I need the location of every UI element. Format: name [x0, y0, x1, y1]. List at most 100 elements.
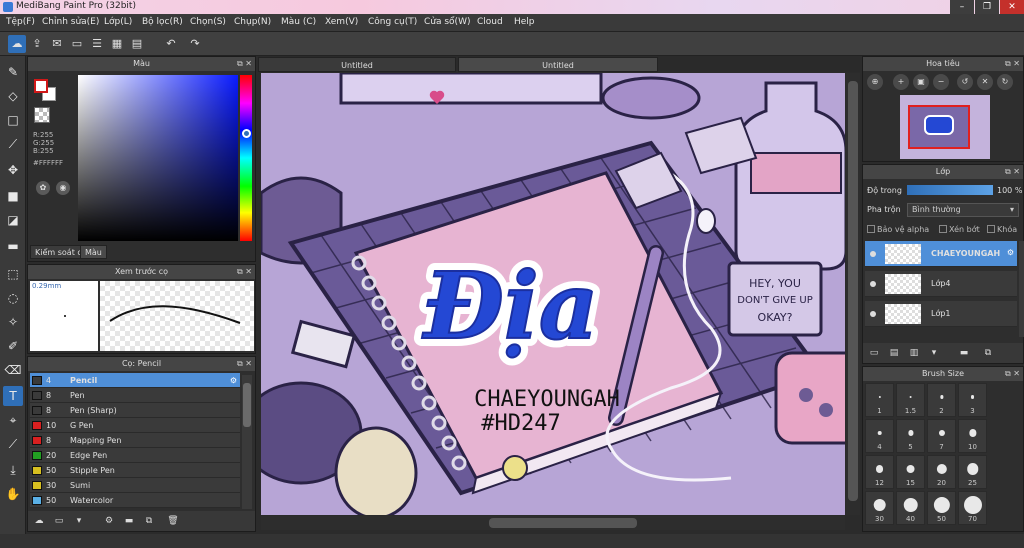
brush-size-cell[interactable]: 40: [896, 491, 925, 525]
tab-document-2[interactable]: Untitled: [458, 57, 658, 72]
duplicate-layer-icon[interactable]: ⧉: [981, 346, 995, 360]
menu-window[interactable]: Cửa sổ(W): [424, 17, 470, 27]
visibility-eye-icon[interactable]: [870, 311, 876, 317]
blend-mode-select[interactable]: Bình thường ▾: [907, 203, 1019, 217]
rectangle-tool-icon[interactable]: □: [3, 110, 23, 130]
layer-folder-icon[interactable]: ▬: [957, 346, 971, 360]
tab-color[interactable]: Màu: [80, 245, 107, 259]
panel-controls-icon[interactable]: ⧉ ✕: [237, 57, 252, 71]
document-icon[interactable]: ▭: [68, 35, 86, 53]
brush-size-cell[interactable]: 1: [865, 383, 894, 417]
comment-icon[interactable]: ✉: [48, 35, 66, 53]
visibility-eye-icon[interactable]: [870, 251, 876, 257]
maximize-button[interactable]: ❐: [975, 0, 999, 14]
brush-settings-icon[interactable]: ⚙: [102, 514, 116, 528]
brush-size-cell[interactable]: 15: [896, 455, 925, 489]
color-wheel-icon[interactable]: ◉: [56, 181, 70, 195]
share-icon[interactable]: ⇪: [28, 35, 46, 53]
panel-controls-icon[interactable]: ⧉ ✕: [1005, 57, 1020, 71]
brush-item[interactable]: 10 G Pen: [30, 418, 240, 433]
brush-size-cell[interactable]: 12: [865, 455, 894, 489]
lock-checkbox[interactable]: Khóa: [987, 225, 1017, 234]
brush-item[interactable]: 8 Mapping Pen: [30, 433, 240, 448]
scrollbar-thumb[interactable]: [489, 518, 637, 528]
transparent-color-swatch[interactable]: [34, 107, 50, 123]
dot-tool-icon[interactable]: ⟋: [3, 134, 23, 154]
layer-item[interactable]: Lớp1: [865, 301, 1017, 327]
brush-item[interactable]: 20 Edge Pen: [30, 448, 240, 463]
menu-select[interactable]: Chọn(S): [190, 17, 226, 27]
new-brush-icon[interactable]: ▭: [52, 514, 66, 528]
panel-controls-icon[interactable]: ⧉ ✕: [237, 265, 252, 279]
cloud-brush-icon[interactable]: ☁: [32, 514, 46, 528]
brush-size-cell[interactable]: 30: [865, 491, 894, 525]
menu-tools[interactable]: Công cụ(T): [368, 17, 417, 27]
drawing-canvas[interactable]: HEY, YOU DON'T GIVE UP OKAY? Địa Địa CHA…: [261, 73, 845, 515]
zoom-out-icon[interactable]: −: [933, 74, 949, 90]
opacity-slider[interactable]: [907, 185, 993, 195]
brush-item[interactable]: 8 Pen: [30, 388, 240, 403]
brush-size-cell[interactable]: 5: [896, 419, 925, 453]
undo-icon[interactable]: ↶: [162, 35, 180, 53]
minimize-button[interactable]: –: [950, 0, 974, 14]
menu-filter[interactable]: Bộ lọc(R): [142, 17, 183, 27]
text-tool-icon[interactable]: T: [3, 386, 23, 406]
reset-icon[interactable]: ✕: [977, 74, 993, 90]
palette-icon[interactable]: ✿: [36, 181, 50, 195]
foreground-color-swatch[interactable]: [34, 79, 48, 93]
alpha-lock-checkbox[interactable]: Bảo vệ alpha: [867, 225, 929, 234]
hue-slider-knob[interactable]: [242, 129, 251, 138]
menu-help[interactable]: Help: [514, 17, 535, 27]
brush-size-cell[interactable]: 7: [927, 419, 956, 453]
brush-size-cell[interactable]: 4: [865, 419, 894, 453]
panel-controls-icon[interactable]: ⧉ ✕: [1005, 165, 1020, 179]
brush-size-cell[interactable]: 2: [927, 383, 956, 417]
brush-size-cell[interactable]: 25: [958, 455, 987, 489]
brush-item[interactable]: 50 Watercolor: [30, 493, 240, 508]
brush-item[interactable]: 4 Pencil ⚙: [30, 373, 240, 388]
rotate-left-icon[interactable]: ↺: [957, 74, 973, 90]
brush-item[interactable]: 8 Pen (Sharp): [30, 403, 240, 418]
operation-tool-icon[interactable]: ⌖: [3, 410, 23, 430]
clipping-checkbox[interactable]: Xén bớt: [939, 225, 980, 234]
menu-layer[interactable]: Lớp(L): [104, 17, 132, 27]
layer-item[interactable]: CHAEYOUNGAH ⚙: [865, 241, 1017, 267]
canvas-horizontal-scrollbar[interactable]: [261, 516, 845, 530]
move-tool-icon[interactable]: ✥: [3, 160, 23, 180]
panel-controls-icon[interactable]: ⧉ ✕: [237, 357, 252, 371]
fit-window-icon[interactable]: ▣: [913, 74, 929, 90]
zoom-in-icon[interactable]: +: [893, 74, 909, 90]
menu-edit[interactable]: Chỉnh sửa(E): [42, 17, 99, 27]
note-icon[interactable]: ☰: [88, 35, 106, 53]
add-brush-dropdown-icon[interactable]: ▾: [72, 514, 86, 528]
hue-slider[interactable]: [240, 75, 252, 241]
brush-size-cell[interactable]: 20: [927, 455, 956, 489]
fill-shape-tool-icon[interactable]: ■: [3, 186, 23, 206]
gear-icon[interactable]: ⚙: [230, 373, 237, 388]
trash-icon[interactable]: 🗑: [166, 514, 180, 528]
brush-size-cell[interactable]: 50: [927, 491, 956, 525]
layer-item[interactable]: Lớp4: [865, 271, 1017, 297]
redo-icon[interactable]: ↷: [186, 35, 204, 53]
scrollbar-thumb[interactable]: [243, 383, 251, 427]
menu-file[interactable]: Tệp(F): [6, 17, 35, 27]
menu-view[interactable]: Xem(V): [325, 17, 358, 27]
brush-size-cell[interactable]: 1.5: [896, 383, 925, 417]
tiles-icon[interactable]: ▤: [128, 35, 146, 53]
cloud-icon[interactable]: ☁: [8, 35, 26, 53]
lasso-tool-icon[interactable]: ◌: [3, 288, 23, 308]
new-8bit-layer-icon[interactable]: ▥: [907, 346, 921, 360]
rotate-right-icon[interactable]: ↻: [997, 74, 1013, 90]
brush-item[interactable]: 30 Sumi: [30, 478, 240, 493]
select-rect-tool-icon[interactable]: ⬚: [3, 264, 23, 284]
gradient-tool-icon[interactable]: ▬: [3, 236, 23, 256]
close-window-button[interactable]: ✕: [1000, 0, 1024, 14]
panel-controls-icon[interactable]: ⧉ ✕: [1005, 367, 1020, 381]
new-layer-dropdown-icon[interactable]: ▾: [927, 346, 941, 360]
new-layer-icon[interactable]: ▭: [867, 346, 881, 360]
canvas-vertical-scrollbar[interactable]: [846, 73, 860, 515]
brush-size-cell[interactable]: 10: [958, 419, 987, 453]
brush-size-cell[interactable]: 70: [958, 491, 987, 525]
eraser-tool-icon[interactable]: ◇: [3, 86, 23, 106]
menu-capture[interactable]: Chụp(N): [234, 17, 271, 27]
